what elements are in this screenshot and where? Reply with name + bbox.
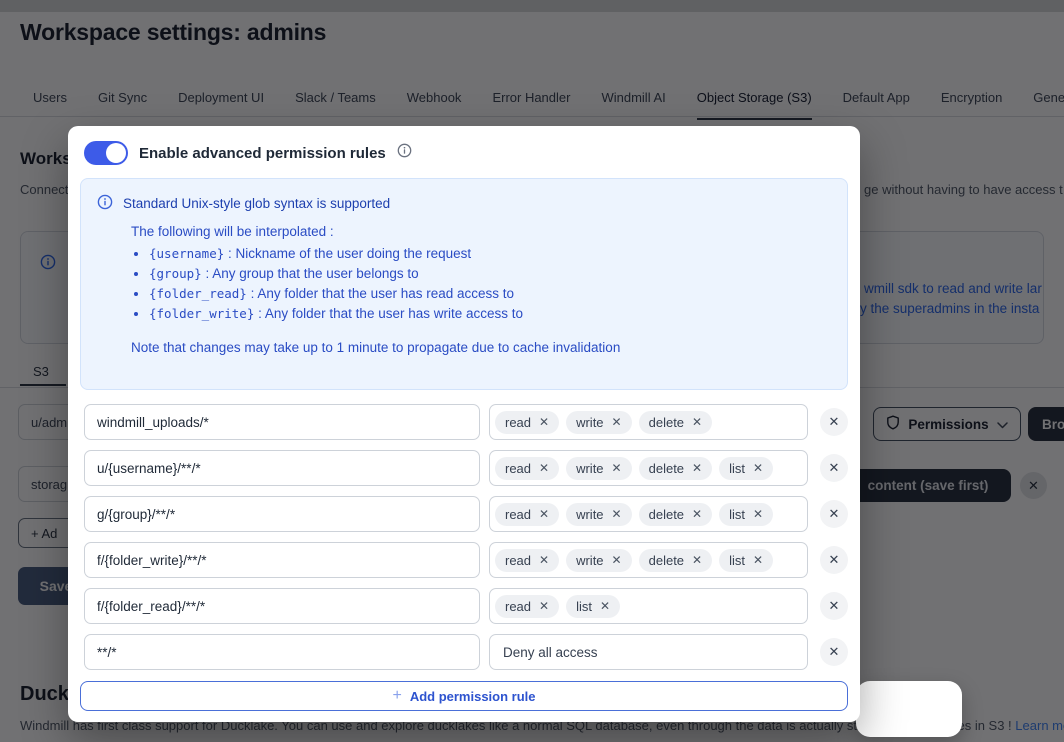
list-item: {folder_read} : Any folder that the user… — [149, 284, 831, 304]
tag-remove-icon[interactable]: ✕ — [692, 415, 702, 429]
permission-tag: read ✕ — [495, 410, 560, 434]
cache-note: Note that changes may take up to 1 minut… — [131, 340, 621, 355]
permission-tag: list ✕ — [719, 502, 774, 526]
permission-tag: delete ✕ — [638, 410, 713, 434]
rule-pattern-input[interactable]: f/{folder_read}/**/* — [84, 588, 480, 624]
rule-pattern-input[interactable]: **/* — [84, 634, 480, 670]
infobox-title: Standard Unix-style glob syntax is suppo… — [123, 196, 391, 211]
list-item: {username} : Nickname of the user doing … — [149, 244, 831, 264]
info-circle-icon — [97, 194, 113, 213]
tag-remove-icon[interactable]: ✕ — [539, 461, 549, 475]
rule-tags-box[interactable]: read ✕ write ✕ delete ✕ list ✕ — [489, 542, 808, 578]
add-permission-rule-label: Add permission rule — [409, 688, 536, 704]
tag-remove-icon[interactable]: ✕ — [539, 507, 549, 521]
permission-tag: list ✕ — [719, 548, 774, 572]
infobox-title-row: Standard Unix-style glob syntax is suppo… — [97, 194, 831, 213]
rule-tags-box[interactable]: read ✕ write ✕ delete ✕ list ✕ — [489, 450, 808, 486]
tag-remove-icon[interactable]: ✕ — [753, 553, 763, 567]
tag-remove-icon[interactable]: ✕ — [612, 415, 622, 429]
rule-tags-box[interactable]: read ✕ write ✕ delete ✕ list ✕ — [489, 496, 808, 532]
advanced-permission-rules-modal: Enable advanced permission rules Standar… — [68, 126, 860, 722]
tag-remove-icon[interactable]: ✕ — [539, 415, 549, 429]
permission-tag: list ✕ — [719, 456, 774, 480]
delete-rule-button[interactable]: ✕ — [820, 592, 848, 620]
permission-tag: read ✕ — [495, 502, 560, 526]
permission-tag: write ✕ — [566, 502, 632, 526]
add-permission-rule-button[interactable]: + Add permission rule — [80, 681, 848, 711]
close-icon: ✕ — [828, 644, 840, 659]
interpolation-list: {username} : Nickname of the user doing … — [131, 244, 831, 324]
tag-remove-icon[interactable]: ✕ — [692, 461, 702, 475]
permission-rule-row: f/{folder_read}/**/* read ✕ list ✕ ✕ — [84, 588, 848, 624]
tag-remove-icon[interactable]: ✕ — [539, 553, 549, 567]
permission-tag: delete ✕ — [638, 502, 713, 526]
delete-rule-button[interactable]: ✕ — [820, 638, 848, 666]
close-icon: ✕ — [828, 506, 840, 521]
glob-syntax-infobox: Standard Unix-style glob syntax is suppo… — [80, 178, 848, 390]
deny-all-access-label: Deny all access — [503, 644, 598, 660]
permission-tag: read ✕ — [495, 594, 560, 618]
rule-tags-box[interactable]: read ✕ list ✕ — [489, 588, 808, 624]
close-icon: ✕ — [828, 552, 840, 567]
tag-remove-icon[interactable]: ✕ — [692, 553, 702, 567]
delete-rule-button[interactable]: ✕ — [820, 454, 848, 482]
close-icon: ✕ — [828, 414, 840, 429]
delete-rule-button[interactable]: ✕ — [820, 546, 848, 574]
rule-pattern-input[interactable]: u/{username}/**/* — [84, 450, 480, 486]
permission-rule-row: f/{folder_write}/**/* read ✕ write ✕ delet… — [84, 542, 848, 578]
permission-tag: write ✕ — [566, 548, 632, 572]
permission-rule-row: windmill_uploads/* read ✕ write ✕ delete ✕ … — [84, 404, 848, 440]
permission-tag: delete ✕ — [638, 548, 713, 572]
permission-tag: delete ✕ — [638, 456, 713, 480]
permission-tag: write ✕ — [566, 456, 632, 480]
tag-remove-icon[interactable]: ✕ — [753, 507, 763, 521]
toggle-knob — [106, 143, 126, 163]
tag-remove-icon[interactable]: ✕ — [753, 461, 763, 475]
permission-rule-row: u/{username}/**/* read ✕ write ✕ delete ✕ l… — [84, 450, 848, 486]
rule-pattern-input[interactable]: windmill_uploads/* — [84, 404, 480, 440]
delete-rule-button[interactable]: ✕ — [820, 408, 848, 436]
tag-remove-icon[interactable]: ✕ — [692, 507, 702, 521]
enable-rules-toggle-row: Enable advanced permission rules — [84, 141, 412, 165]
permission-tag: list ✕ — [566, 594, 621, 618]
close-icon: ✕ — [828, 598, 840, 613]
close-icon: ✕ — [828, 460, 840, 475]
enable-rules-label: Enable advanced permission rules — [139, 144, 386, 162]
list-item: {folder_write} : Any folder that the use… — [149, 304, 831, 324]
tag-remove-icon[interactable]: ✕ — [600, 599, 610, 613]
list-item: {group} : Any group that the user belong… — [149, 264, 831, 284]
tag-remove-icon[interactable]: ✕ — [539, 599, 549, 613]
infobox-content: The following will be interpolated : {us… — [131, 224, 831, 324]
rule-pattern-input[interactable]: f/{folder_write}/**/* — [84, 542, 480, 578]
rule-pattern-input[interactable]: g/{group}/**/* — [84, 496, 480, 532]
tag-remove-icon[interactable]: ✕ — [612, 553, 622, 567]
delete-rule-button[interactable]: ✕ — [820, 500, 848, 528]
tag-remove-icon[interactable]: ✕ — [612, 507, 622, 521]
permission-tag: read ✕ — [495, 548, 560, 572]
permission-tag: read ✕ — [495, 456, 560, 480]
enable-rules-toggle[interactable] — [84, 141, 128, 165]
tag-remove-icon[interactable]: ✕ — [612, 461, 622, 475]
plus-icon: + — [392, 687, 402, 704]
info-circle-icon — [397, 143, 412, 163]
permission-rule-row: g/{group}/**/* read ✕ write ✕ delete ✕ list… — [84, 496, 848, 532]
permission-rule-row: **/* Deny all access ✕ — [84, 634, 848, 670]
floating-panel — [856, 681, 962, 737]
interpolation-intro: The following will be interpolated : — [131, 224, 334, 239]
rule-tags-box[interactable]: read ✕ write ✕ delete ✕ — [489, 404, 808, 440]
permission-tag: write ✕ — [566, 410, 632, 434]
rule-tags-box[interactable]: Deny all access — [489, 634, 808, 670]
